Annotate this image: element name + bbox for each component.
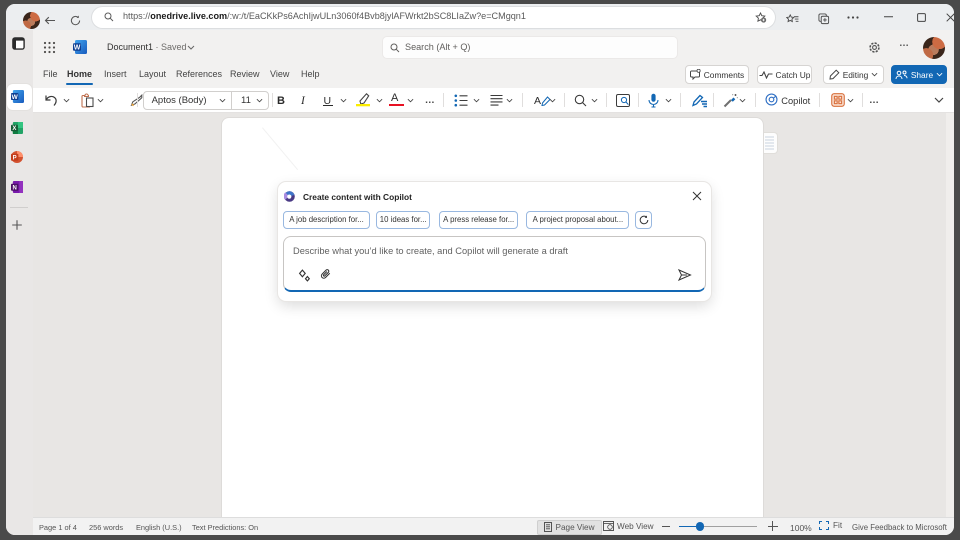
svg-text:X: X bbox=[12, 126, 16, 132]
svg-text:W: W bbox=[12, 94, 19, 101]
svg-text:P: P bbox=[13, 155, 17, 161]
svg-text:N: N bbox=[13, 185, 17, 191]
svg-text:W: W bbox=[74, 45, 81, 52]
